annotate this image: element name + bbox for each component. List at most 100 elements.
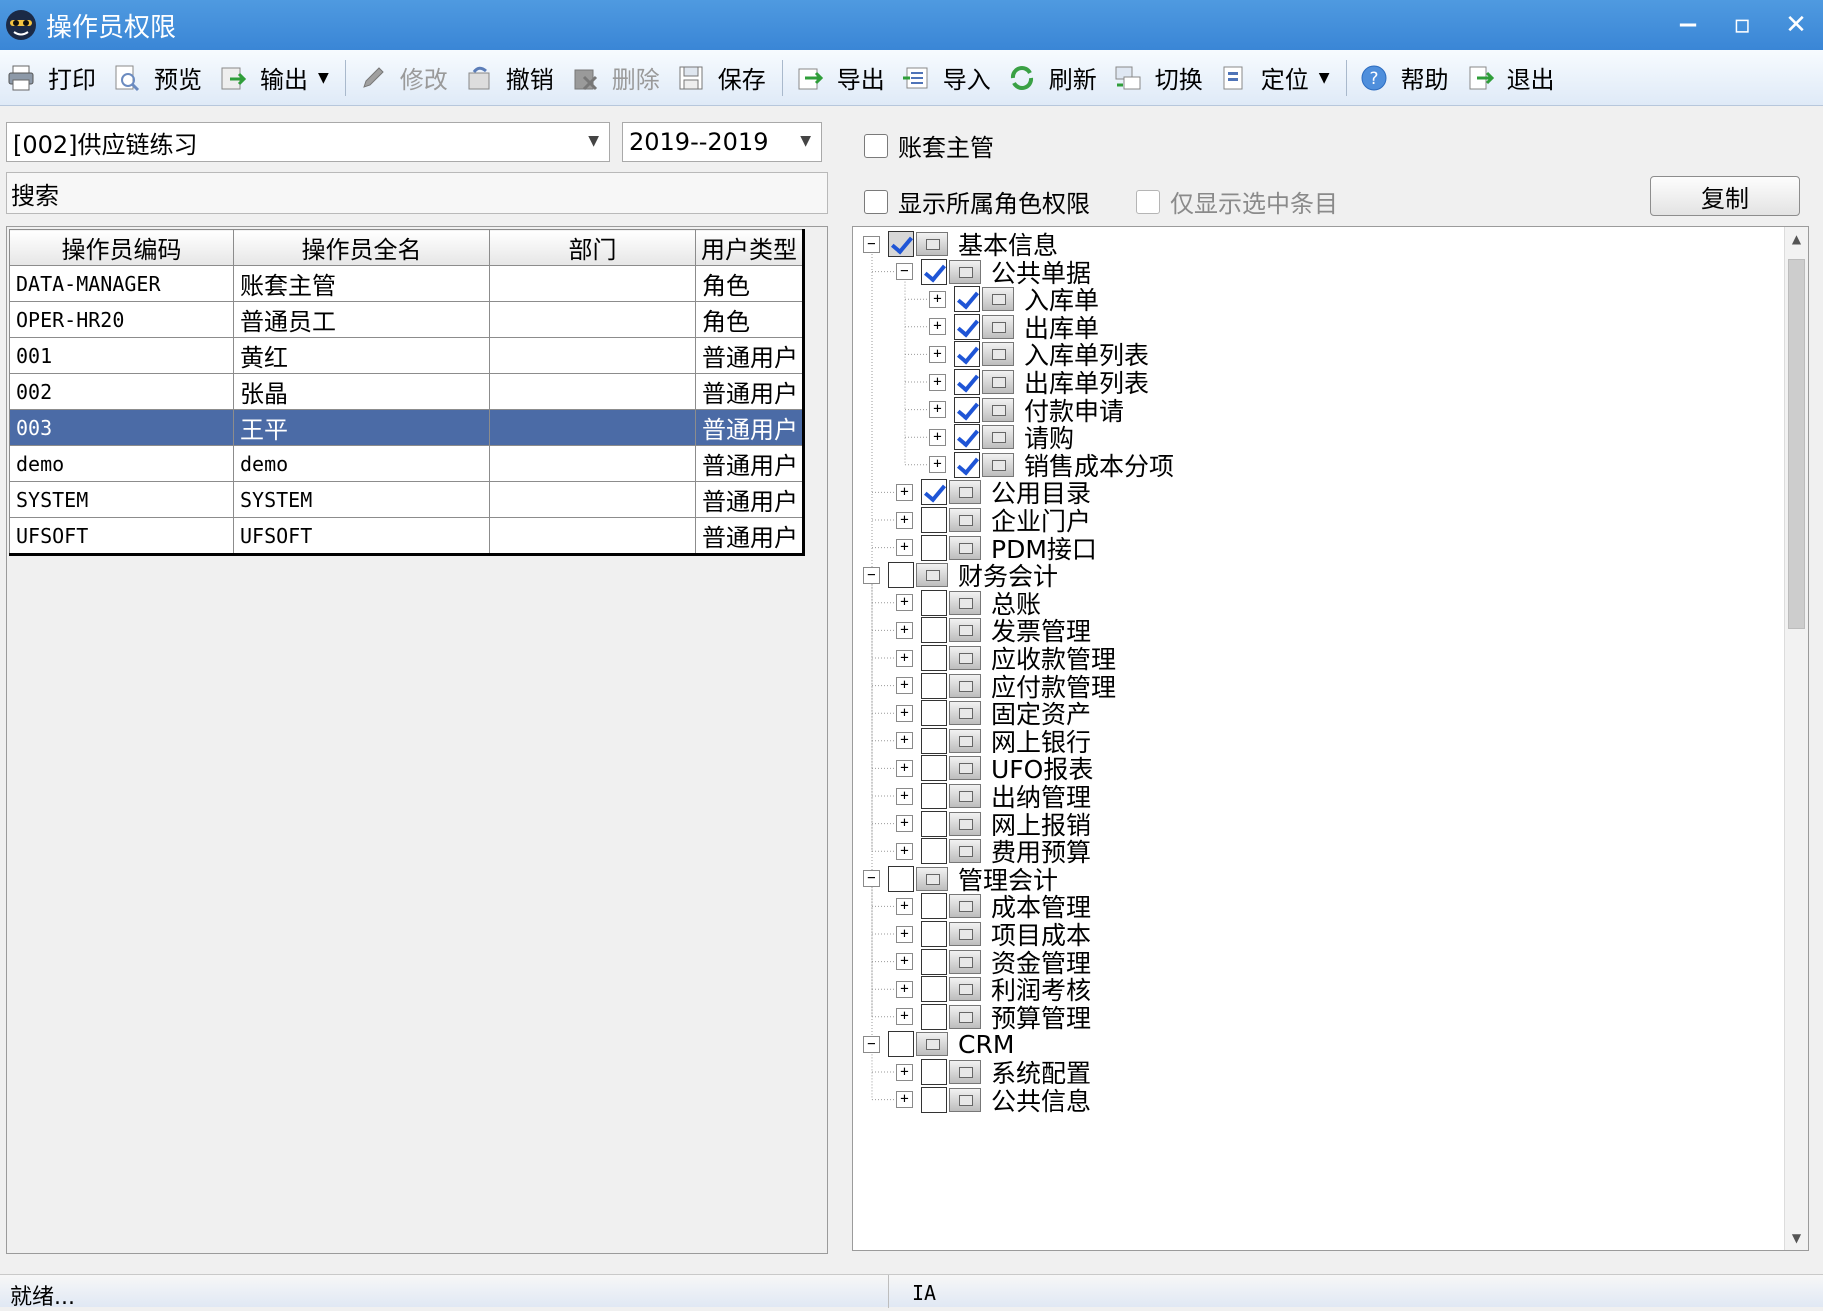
checkbox-box[interactable] [864, 133, 888, 158]
account-select[interactable]: [002]供应链练习 ▼ [6, 122, 610, 162]
search-input[interactable]: 搜索 [6, 172, 828, 214]
cell-dept[interactable] [489, 481, 696, 518]
permission-checkbox[interactable] [921, 727, 947, 754]
permission-checkbox[interactable] [921, 1059, 947, 1085]
cell-type[interactable]: 角色 [695, 301, 804, 338]
cell-type[interactable]: 普通用户 [695, 445, 804, 482]
cell-dept[interactable] [489, 373, 696, 410]
expand-icon[interactable]: + [896, 953, 913, 971]
cell-name[interactable]: 账套主管 [233, 265, 490, 302]
permission-checkbox[interactable] [921, 534, 947, 561]
scroll-up-icon[interactable]: ▲ [1785, 227, 1808, 251]
cell-name[interactable]: demo [233, 445, 490, 482]
toolbar-button-import[interactable]: 导入 [895, 53, 1001, 103]
expand-icon[interactable]: + [929, 428, 946, 446]
permission-checkbox[interactable] [921, 589, 947, 616]
table-row[interactable]: DATA-MANAGER 账套主管 角色 [9, 265, 804, 302]
expand-icon[interactable]: + [896, 897, 913, 915]
column-header-code[interactable]: 操作员编码 [9, 229, 234, 266]
collapse-icon[interactable]: − [863, 870, 880, 888]
scrollbar-thumb[interactable] [1788, 259, 1805, 629]
cell-dept[interactable] [489, 337, 696, 374]
expand-icon[interactable]: + [929, 345, 946, 363]
permission-checkbox[interactable] [921, 1003, 947, 1030]
cell-type[interactable]: 角色 [695, 265, 804, 302]
permission-checkbox[interactable] [888, 231, 914, 257]
permission-checkbox[interactable] [921, 617, 947, 644]
cell-type[interactable]: 普通用户 [695, 409, 804, 446]
expand-icon[interactable]: + [896, 483, 913, 501]
tree-node[interactable]: + 预算管理 [896, 1002, 1091, 1033]
tree-node[interactable]: + 公共信息 [896, 1085, 1091, 1116]
permission-checkbox[interactable] [888, 1031, 914, 1058]
cell-code[interactable]: 002 [9, 373, 234, 410]
cell-code[interactable]: DATA-MANAGER [9, 265, 234, 302]
expand-icon[interactable]: + [929, 290, 946, 308]
expand-icon[interactable]: + [896, 1063, 913, 1081]
permission-checkbox[interactable] [954, 286, 980, 313]
cell-dept[interactable] [489, 265, 696, 302]
permission-checkbox[interactable] [954, 424, 980, 451]
permission-checkbox[interactable] [954, 451, 980, 478]
table-row[interactable]: 001 黄红 普通用户 [9, 337, 804, 374]
table-row[interactable]: UFSOFT UFSOFT 普通用户 [9, 517, 804, 555]
toolbar-button-export[interactable]: 导出 [789, 53, 895, 103]
cell-code[interactable]: 001 [9, 337, 234, 374]
cell-code[interactable]: UFSOFT [9, 517, 234, 555]
expand-icon[interactable]: + [896, 511, 913, 529]
toolbar-button-switch[interactable]: 切换 [1107, 53, 1213, 103]
collapse-icon[interactable]: − [896, 263, 913, 281]
permission-checkbox[interactable] [921, 976, 947, 1003]
chevron-down-icon[interactable]: ▼ [318, 70, 329, 86]
permission-checkbox[interactable] [921, 672, 947, 699]
account-manager-checkbox[interactable]: 账套主管 [864, 128, 994, 163]
expand-icon[interactable]: + [896, 732, 913, 750]
permission-checkbox[interactable] [921, 893, 947, 920]
toolbar-button-save[interactable]: 保存 [670, 53, 776, 103]
expand-icon[interactable]: + [896, 1008, 913, 1026]
cell-dept[interactable] [489, 517, 696, 555]
cell-dept[interactable] [489, 445, 696, 482]
permission-checkbox[interactable] [954, 341, 980, 368]
show-role-permissions-checkbox[interactable]: 显示所属角色权限 [864, 184, 1090, 219]
cell-dept[interactable] [489, 409, 696, 446]
checkbox-box[interactable] [864, 189, 888, 214]
toolbar-button-exit[interactable]: 退出 [1459, 53, 1565, 103]
toolbar-button-refresh[interactable]: 刷新 [1001, 53, 1107, 103]
close-button[interactable]: ✕ [1769, 0, 1823, 50]
cell-code[interactable]: 003 [9, 409, 234, 446]
collapse-icon[interactable]: − [863, 1035, 880, 1053]
cell-name[interactable]: SYSTEM [233, 481, 490, 518]
permission-checkbox[interactable] [921, 479, 947, 506]
expand-icon[interactable]: + [896, 677, 913, 695]
permission-checkbox[interactable] [921, 700, 947, 727]
table-row[interactable]: 002 张晶 普通用户 [9, 373, 804, 410]
expand-icon[interactable]: + [896, 649, 913, 667]
expand-icon[interactable]: + [896, 759, 913, 777]
permission-checkbox[interactable] [954, 369, 980, 395]
permission-checkbox[interactable] [921, 948, 947, 975]
permission-checkbox[interactable] [921, 258, 947, 285]
table-row[interactable]: demo demo 普通用户 [9, 445, 804, 482]
toolbar-button-preview[interactable]: 预览 [106, 53, 212, 103]
expand-icon[interactable]: + [896, 594, 913, 612]
toolbar-button-export-output[interactable]: 输出 ▼ [212, 53, 339, 103]
permission-checkbox[interactable] [888, 865, 914, 892]
permission-checkbox[interactable] [921, 783, 947, 809]
expand-icon[interactable]: + [929, 373, 946, 391]
expand-icon[interactable]: + [896, 621, 913, 639]
permission-checkbox[interactable] [921, 1086, 947, 1113]
cell-name[interactable]: 张晶 [233, 373, 490, 410]
expand-icon[interactable]: + [896, 980, 913, 998]
cell-dept[interactable] [489, 301, 696, 338]
expand-icon[interactable]: + [896, 704, 913, 722]
chevron-down-icon[interactable]: ▼ [1319, 70, 1330, 86]
copy-button[interactable]: 复制 [1650, 176, 1800, 216]
permission-checkbox[interactable] [921, 507, 947, 533]
cell-name[interactable]: 王平 [233, 409, 490, 446]
collapse-icon[interactable]: − [863, 566, 880, 584]
expand-icon[interactable]: + [896, 842, 913, 860]
permission-checkbox[interactable] [921, 838, 947, 865]
permission-checkbox[interactable] [921, 645, 947, 671]
permission-checkbox[interactable] [921, 921, 947, 947]
